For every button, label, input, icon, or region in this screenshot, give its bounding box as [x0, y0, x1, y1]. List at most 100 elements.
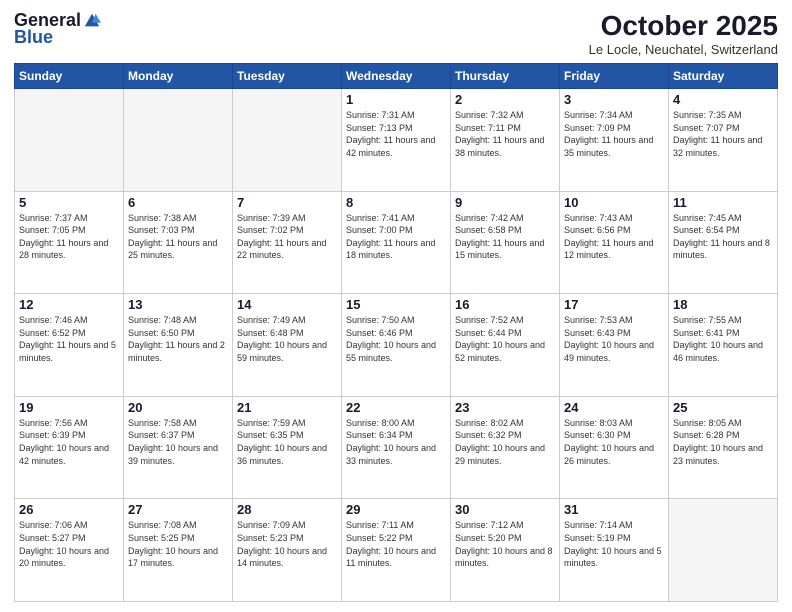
- header-monday: Monday: [124, 64, 233, 89]
- day-info: Sunrise: 7:42 AM Sunset: 6:58 PM Dayligh…: [455, 212, 555, 262]
- day-number: 3: [564, 92, 664, 107]
- day-cell: 20 Sunrise: 7:58 AM Sunset: 6:37 PM Dayli…: [124, 396, 233, 499]
- day-info: Sunrise: 8:02 AM Sunset: 6:32 PM Dayligh…: [455, 417, 555, 467]
- header-tuesday: Tuesday: [233, 64, 342, 89]
- day-cell: 29 Sunrise: 7:11 AM Sunset: 5:22 PM Dayli…: [342, 499, 451, 602]
- day-number: 29: [346, 502, 446, 517]
- day-number: 28: [237, 502, 337, 517]
- day-info: Sunrise: 8:03 AM Sunset: 6:30 PM Dayligh…: [564, 417, 664, 467]
- header-sunday: Sunday: [15, 64, 124, 89]
- page-header: General Blue October 2025 Le Locle, Neuc…: [14, 10, 778, 57]
- day-cell: 21 Sunrise: 7:59 AM Sunset: 6:35 PM Dayli…: [233, 396, 342, 499]
- day-cell: 31Sunrise: 7:14 AM Sunset: 5:19 PM Dayli…: [560, 499, 669, 602]
- day-number: 14: [237, 297, 337, 312]
- day-info: Sunrise: 7:06 AM Sunset: 5:27 PM Dayligh…: [19, 519, 119, 569]
- day-info: Sunrise: 7:55 AM Sunset: 6:41 PM Dayligh…: [673, 314, 773, 364]
- day-number: 1: [346, 92, 446, 107]
- day-info: Sunrise: 7:11 AM Sunset: 5:22 PM Dayligh…: [346, 519, 446, 569]
- day-cell: [15, 89, 124, 192]
- week-row-1: 1 Sunrise: 7:31 AM Sunset: 7:13 PM Daylig…: [15, 89, 778, 192]
- day-number: 20: [128, 400, 228, 415]
- title-block: October 2025 Le Locle, Neuchatel, Switze…: [589, 10, 778, 57]
- day-number: 13: [128, 297, 228, 312]
- day-cell: [233, 89, 342, 192]
- day-number: 27: [128, 502, 228, 517]
- day-cell: 7 Sunrise: 7:39 AM Sunset: 7:02 PM Daylig…: [233, 191, 342, 294]
- day-cell: 8 Sunrise: 7:41 AM Sunset: 7:00 PM Daylig…: [342, 191, 451, 294]
- day-cell: 14Sunrise: 7:49 AM Sunset: 6:48 PM Dayli…: [233, 294, 342, 397]
- day-info: Sunrise: 7:59 AM Sunset: 6:35 PM Dayligh…: [237, 417, 337, 467]
- month-title: October 2025: [589, 10, 778, 42]
- day-cell: 24 Sunrise: 8:03 AM Sunset: 6:30 PM Dayli…: [560, 396, 669, 499]
- header-saturday: Saturday: [669, 64, 778, 89]
- day-cell: 28Sunrise: 7:09 AM Sunset: 5:23 PM Dayli…: [233, 499, 342, 602]
- day-number: 15: [346, 297, 446, 312]
- header-thursday: Thursday: [451, 64, 560, 89]
- day-cell: 16Sunrise: 7:52 AM Sunset: 6:44 PM Dayli…: [451, 294, 560, 397]
- day-info: Sunrise: 7:32 AM Sunset: 7:11 PM Dayligh…: [455, 109, 555, 159]
- day-info: Sunrise: 7:53 AM Sunset: 6:43 PM Dayligh…: [564, 314, 664, 364]
- day-info: Sunrise: 7:08 AM Sunset: 5:25 PM Dayligh…: [128, 519, 228, 569]
- weekday-header-row: Sunday Monday Tuesday Wednesday Thursday…: [15, 64, 778, 89]
- day-cell: 13 Sunrise: 7:48 AM Sunset: 6:50 PM Dayli…: [124, 294, 233, 397]
- day-info: Sunrise: 7:43 AM Sunset: 6:56 PM Dayligh…: [564, 212, 664, 262]
- day-info: Sunrise: 7:48 AM Sunset: 6:50 PM Dayligh…: [128, 314, 228, 364]
- day-cell: 27 Sunrise: 7:08 AM Sunset: 5:25 PM Dayli…: [124, 499, 233, 602]
- day-info: Sunrise: 7:31 AM Sunset: 7:13 PM Dayligh…: [346, 109, 446, 159]
- day-cell: 18 Sunrise: 7:55 AM Sunset: 6:41 PM Dayli…: [669, 294, 778, 397]
- day-cell: 9 Sunrise: 7:42 AM Sunset: 6:58 PM Daylig…: [451, 191, 560, 294]
- day-cell: 11Sunrise: 7:45 AM Sunset: 6:54 PM Dayli…: [669, 191, 778, 294]
- logo: General Blue: [14, 10, 101, 48]
- day-info: Sunrise: 7:41 AM Sunset: 7:00 PM Dayligh…: [346, 212, 446, 262]
- header-wednesday: Wednesday: [342, 64, 451, 89]
- header-friday: Friday: [560, 64, 669, 89]
- week-row-4: 19Sunrise: 7:56 AM Sunset: 6:39 PM Dayli…: [15, 396, 778, 499]
- week-row-2: 5Sunrise: 7:37 AM Sunset: 7:05 PM Daylig…: [15, 191, 778, 294]
- day-cell: 25 Sunrise: 8:05 AM Sunset: 6:28 PM Dayli…: [669, 396, 778, 499]
- day-info: Sunrise: 8:05 AM Sunset: 6:28 PM Dayligh…: [673, 417, 773, 467]
- day-cell: 22 Sunrise: 8:00 AM Sunset: 6:34 PM Dayli…: [342, 396, 451, 499]
- day-info: Sunrise: 7:39 AM Sunset: 7:02 PM Dayligh…: [237, 212, 337, 262]
- day-number: 6: [128, 195, 228, 210]
- day-info: Sunrise: 7:45 AM Sunset: 6:54 PM Dayligh…: [673, 212, 773, 262]
- day-info: Sunrise: 7:52 AM Sunset: 6:44 PM Dayligh…: [455, 314, 555, 364]
- day-info: Sunrise: 8:00 AM Sunset: 6:34 PM Dayligh…: [346, 417, 446, 467]
- day-number: 31: [564, 502, 664, 517]
- day-number: 25: [673, 400, 773, 415]
- day-number: 19: [19, 400, 119, 415]
- day-cell: 2 Sunrise: 7:32 AM Sunset: 7:11 PM Daylig…: [451, 89, 560, 192]
- day-number: 26: [19, 502, 119, 517]
- day-number: 21: [237, 400, 337, 415]
- day-number: 2: [455, 92, 555, 107]
- day-info: Sunrise: 7:50 AM Sunset: 6:46 PM Dayligh…: [346, 314, 446, 364]
- day-number: 30: [455, 502, 555, 517]
- page-container: General Blue October 2025 Le Locle, Neuc…: [0, 0, 792, 612]
- day-cell: 23 Sunrise: 8:02 AM Sunset: 6:32 PM Dayli…: [451, 396, 560, 499]
- day-cell: 10 Sunrise: 7:43 AM Sunset: 6:56 PM Dayli…: [560, 191, 669, 294]
- day-cell: 26 Sunrise: 7:06 AM Sunset: 5:27 PM Dayli…: [15, 499, 124, 602]
- day-cell: 6Sunrise: 7:38 AM Sunset: 7:03 PM Daylig…: [124, 191, 233, 294]
- day-number: 22: [346, 400, 446, 415]
- day-number: 23: [455, 400, 555, 415]
- logo-blue: Blue: [14, 27, 53, 48]
- day-number: 10: [564, 195, 664, 210]
- day-info: Sunrise: 7:46 AM Sunset: 6:52 PM Dayligh…: [19, 314, 119, 364]
- day-number: 24: [564, 400, 664, 415]
- day-number: 12: [19, 297, 119, 312]
- day-number: 7: [237, 195, 337, 210]
- day-info: Sunrise: 7:58 AM Sunset: 6:37 PM Dayligh…: [128, 417, 228, 467]
- day-number: 4: [673, 92, 773, 107]
- day-number: 8: [346, 195, 446, 210]
- day-info: Sunrise: 7:37 AM Sunset: 7:05 PM Dayligh…: [19, 212, 119, 262]
- day-info: Sunrise: 7:35 AM Sunset: 7:07 PM Dayligh…: [673, 109, 773, 159]
- day-cell: [669, 499, 778, 602]
- day-cell: 15 Sunrise: 7:50 AM Sunset: 6:46 PM Dayli…: [342, 294, 451, 397]
- location: Le Locle, Neuchatel, Switzerland: [589, 42, 778, 57]
- day-cell: [124, 89, 233, 192]
- week-row-3: 12 Sunrise: 7:46 AM Sunset: 6:52 PM Dayli…: [15, 294, 778, 397]
- day-info: Sunrise: 7:34 AM Sunset: 7:09 PM Dayligh…: [564, 109, 664, 159]
- day-number: 9: [455, 195, 555, 210]
- day-info: Sunrise: 7:12 AM Sunset: 5:20 PM Dayligh…: [455, 519, 555, 569]
- day-number: 18: [673, 297, 773, 312]
- day-cell: 3 Sunrise: 7:34 AM Sunset: 7:09 PM Daylig…: [560, 89, 669, 192]
